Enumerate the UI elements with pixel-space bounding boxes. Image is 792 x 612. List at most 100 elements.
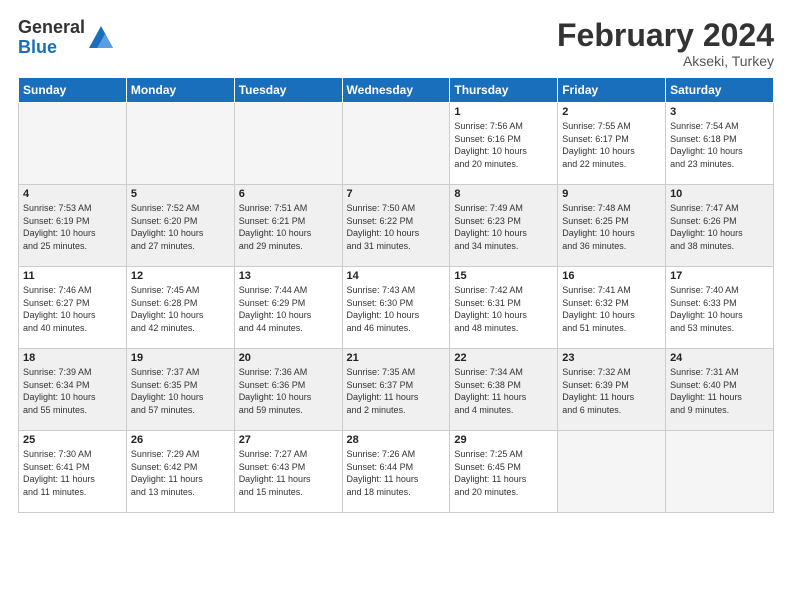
day-number: 21 [347, 352, 446, 364]
day-number: 10 [670, 188, 769, 200]
day-info: Sunrise: 7:45 AM Sunset: 6:28 PM Dayligh… [131, 284, 230, 334]
day-number: 22 [454, 352, 553, 364]
day-number: 17 [670, 270, 769, 282]
col-sunday: Sunday [19, 78, 127, 103]
day-info: Sunrise: 7:53 AM Sunset: 6:19 PM Dayligh… [23, 202, 122, 252]
table-row: 28 Sunrise: 7:26 AM Sunset: 6:44 PM Dayli… [342, 431, 450, 513]
calendar-week-row: 4Sunrise: 7:53 AM Sunset: 6:19 PM Daylig… [19, 185, 774, 267]
day-info: Sunrise: 7:55 AM Sunset: 6:17 PM Dayligh… [562, 120, 661, 170]
day-number: 14 [347, 270, 446, 282]
table-row: 15 Sunrise: 7:42 AM Sunset: 6:31 PM Dayli… [450, 267, 558, 349]
day-info: Sunrise: 7:47 AM Sunset: 6:26 PM Dayligh… [670, 202, 769, 252]
day-number: 2 [562, 106, 661, 118]
table-row: 24 Sunrise: 7:31 AM Sunset: 6:40 PM Dayli… [666, 349, 774, 431]
day-info: Sunrise: 7:50 AM Sunset: 6:22 PM Dayligh… [347, 202, 446, 252]
table-row [126, 103, 234, 185]
col-tuesday: Tuesday [234, 78, 342, 103]
day-info: Sunrise: 7:43 AM Sunset: 6:30 PM Dayligh… [347, 284, 446, 334]
table-row [342, 103, 450, 185]
day-number: 26 [131, 434, 230, 446]
day-number: 8 [454, 188, 553, 200]
day-info: Sunrise: 7:49 AM Sunset: 6:23 PM Dayligh… [454, 202, 553, 252]
day-number: 11 [23, 270, 122, 282]
table-row: 2 Sunrise: 7:55 AM Sunset: 6:17 PM Daylig… [558, 103, 666, 185]
day-info: Sunrise: 7:32 AM Sunset: 6:39 PM Dayligh… [562, 366, 661, 416]
table-row: 1Sunrise: 7:56 AM Sunset: 6:16 PM Daylig… [450, 103, 558, 185]
day-info: Sunrise: 7:31 AM Sunset: 6:40 PM Dayligh… [670, 366, 769, 416]
title-block: February 2024 Akseki, Turkey [557, 18, 774, 69]
table-row: 12Sunrise: 7:45 AM Sunset: 6:28 PM Dayli… [126, 267, 234, 349]
table-row: 21 Sunrise: 7:35 AM Sunset: 6:37 PM Dayli… [342, 349, 450, 431]
day-info: Sunrise: 7:56 AM Sunset: 6:16 PM Dayligh… [454, 120, 553, 170]
table-row: 13Sunrise: 7:44 AM Sunset: 6:29 PM Dayli… [234, 267, 342, 349]
day-info: Sunrise: 7:26 AM Sunset: 6:44 PM Dayligh… [347, 448, 446, 498]
col-friday: Friday [558, 78, 666, 103]
calendar-week-row: 1Sunrise: 7:56 AM Sunset: 6:16 PM Daylig… [19, 103, 774, 185]
day-info: Sunrise: 7:46 AM Sunset: 6:27 PM Dayligh… [23, 284, 122, 334]
table-row [19, 103, 127, 185]
location: Akseki, Turkey [557, 53, 774, 69]
calendar-week-row: 11 Sunrise: 7:46 AM Sunset: 6:27 PM Dayli… [19, 267, 774, 349]
table-row: 19 Sunrise: 7:37 AM Sunset: 6:35 PM Dayli… [126, 349, 234, 431]
table-row: 26 Sunrise: 7:29 AM Sunset: 6:42 PM Dayli… [126, 431, 234, 513]
header: General Blue February 2024 Akseki, Turke… [18, 18, 774, 69]
day-number: 20 [239, 352, 338, 364]
logo-general: General [18, 18, 85, 38]
day-number: 13 [239, 270, 338, 282]
day-info: Sunrise: 7:25 AM Sunset: 6:45 PM Dayligh… [454, 448, 553, 498]
table-row: 5 Sunrise: 7:52 AM Sunset: 6:20 PM Daylig… [126, 185, 234, 267]
col-thursday: Thursday [450, 78, 558, 103]
day-info: Sunrise: 7:35 AM Sunset: 6:37 PM Dayligh… [347, 366, 446, 416]
col-monday: Monday [126, 78, 234, 103]
calendar-header-row: Sunday Monday Tuesday Wednesday Thursday… [19, 78, 774, 103]
table-row: 23 Sunrise: 7:32 AM Sunset: 6:39 PM Dayli… [558, 349, 666, 431]
table-row: 9Sunrise: 7:48 AM Sunset: 6:25 PM Daylig… [558, 185, 666, 267]
table-row: 17 Sunrise: 7:40 AM Sunset: 6:33 PM Dayli… [666, 267, 774, 349]
day-number: 5 [131, 188, 230, 200]
table-row: 8 Sunrise: 7:49 AM Sunset: 6:23 PM Daylig… [450, 185, 558, 267]
calendar-week-row: 25Sunrise: 7:30 AM Sunset: 6:41 PM Dayli… [19, 431, 774, 513]
col-wednesday: Wednesday [342, 78, 450, 103]
logo: General Blue [18, 18, 115, 58]
day-info: Sunrise: 7:40 AM Sunset: 6:33 PM Dayligh… [670, 284, 769, 334]
day-info: Sunrise: 7:52 AM Sunset: 6:20 PM Dayligh… [131, 202, 230, 252]
day-info: Sunrise: 7:37 AM Sunset: 6:35 PM Dayligh… [131, 366, 230, 416]
day-number: 27 [239, 434, 338, 446]
day-number: 16 [562, 270, 661, 282]
day-number: 19 [131, 352, 230, 364]
day-info: Sunrise: 7:51 AM Sunset: 6:21 PM Dayligh… [239, 202, 338, 252]
table-row: 6 Sunrise: 7:51 AM Sunset: 6:21 PM Daylig… [234, 185, 342, 267]
day-number: 28 [347, 434, 446, 446]
day-info: Sunrise: 7:27 AM Sunset: 6:43 PM Dayligh… [239, 448, 338, 498]
day-number: 7 [347, 188, 446, 200]
day-number: 29 [454, 434, 553, 446]
day-info: Sunrise: 7:36 AM Sunset: 6:36 PM Dayligh… [239, 366, 338, 416]
calendar-week-row: 18Sunrise: 7:39 AM Sunset: 6:34 PM Dayli… [19, 349, 774, 431]
table-row: 14 Sunrise: 7:43 AM Sunset: 6:30 PM Dayli… [342, 267, 450, 349]
day-info: Sunrise: 7:42 AM Sunset: 6:31 PM Dayligh… [454, 284, 553, 334]
table-row: 29 Sunrise: 7:25 AM Sunset: 6:45 PM Dayli… [450, 431, 558, 513]
table-row [234, 103, 342, 185]
table-row: 25Sunrise: 7:30 AM Sunset: 6:41 PM Dayli… [19, 431, 127, 513]
day-info: Sunrise: 7:54 AM Sunset: 6:18 PM Dayligh… [670, 120, 769, 170]
table-row: 3 Sunrise: 7:54 AM Sunset: 6:18 PM Daylig… [666, 103, 774, 185]
table-row: 27 Sunrise: 7:27 AM Sunset: 6:43 PM Dayli… [234, 431, 342, 513]
table-row: 18Sunrise: 7:39 AM Sunset: 6:34 PM Dayli… [19, 349, 127, 431]
day-info: Sunrise: 7:48 AM Sunset: 6:25 PM Dayligh… [562, 202, 661, 252]
day-number: 23 [562, 352, 661, 364]
day-number: 15 [454, 270, 553, 282]
day-number: 3 [670, 106, 769, 118]
day-number: 25 [23, 434, 122, 446]
table-row: 10 Sunrise: 7:47 AM Sunset: 6:26 PM Dayli… [666, 185, 774, 267]
table-row [666, 431, 774, 513]
table-row: 22Sunrise: 7:34 AM Sunset: 6:38 PM Dayli… [450, 349, 558, 431]
calendar: Sunday Monday Tuesday Wednesday Thursday… [18, 77, 774, 513]
table-row: 16 Sunrise: 7:41 AM Sunset: 6:32 PM Dayli… [558, 267, 666, 349]
day-number: 24 [670, 352, 769, 364]
day-info: Sunrise: 7:41 AM Sunset: 6:32 PM Dayligh… [562, 284, 661, 334]
day-number: 6 [239, 188, 338, 200]
logo-icon [87, 24, 115, 52]
table-row: 7 Sunrise: 7:50 AM Sunset: 6:22 PM Daylig… [342, 185, 450, 267]
logo-blue: Blue [18, 38, 85, 58]
day-info: Sunrise: 7:29 AM Sunset: 6:42 PM Dayligh… [131, 448, 230, 498]
